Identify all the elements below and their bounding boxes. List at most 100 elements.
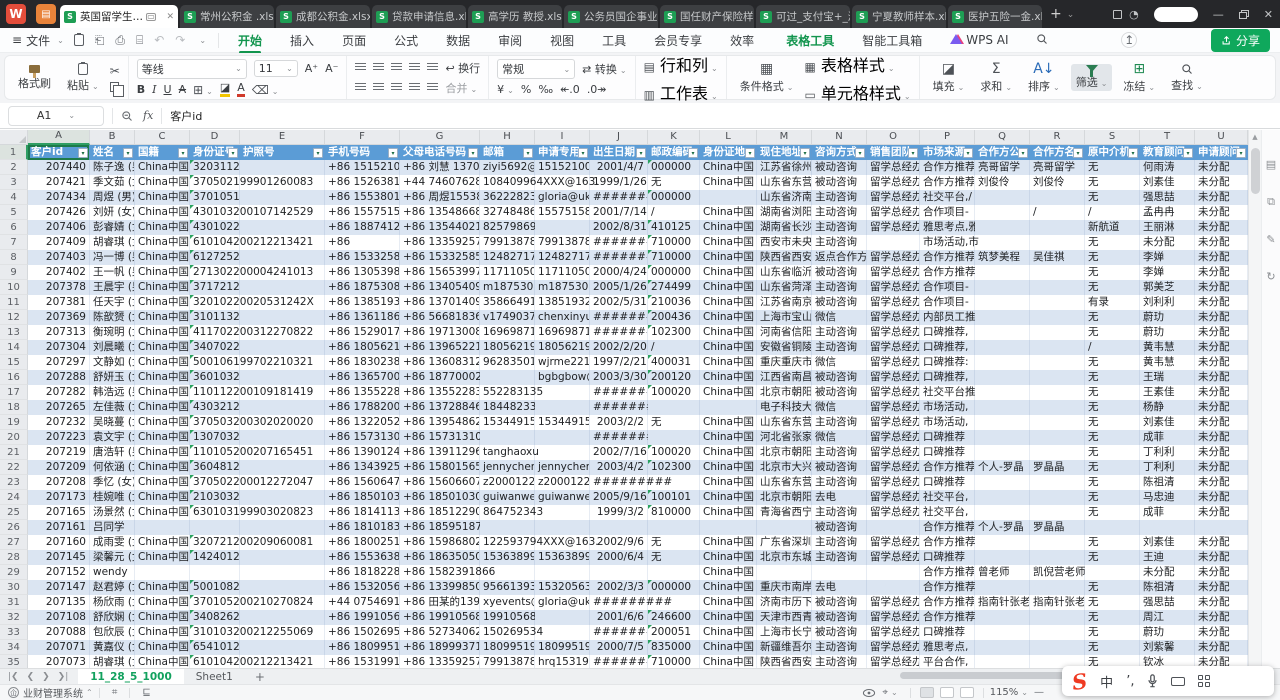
cell-G28[interactable]: +86 1863505000 [400,550,480,565]
cell-B25[interactable]: 汤景然 (女 [90,505,135,520]
cell-U20[interactable]: 未分配 [1195,430,1248,445]
cell-S12[interactable]: 无 [1085,310,1140,325]
cell-B17[interactable]: 韩浩远 (男 [90,385,135,400]
cell-J29[interactable] [590,565,648,580]
cell-E17[interactable] [240,385,325,400]
row-number[interactable]: 14 [0,340,28,355]
cell-P27[interactable]: 合作方推荐 [920,535,975,550]
cell-I26[interactable] [535,520,590,535]
cell-L2[interactable]: China中国 [700,160,757,175]
cell-N25[interactable]: 主动咨询 [812,505,867,520]
row-number[interactable]: 24 [0,490,28,505]
cell-F27[interactable]: +86 18002510 [325,535,400,550]
row-number[interactable]: 11 [0,295,28,310]
header-cell-U[interactable]: 申请顾问▾ [1195,145,1248,160]
normal-view-button[interactable] [920,687,934,698]
cell-K12[interactable]: 200436 [648,310,700,325]
cell-M18[interactable]: 电子科技大 [757,400,812,415]
cell-J6[interactable]: 2002/8/31 [590,220,648,235]
cell-H9[interactable]: 117110505 [480,265,535,280]
cell-B21[interactable]: 唐浩轩 (男 [90,445,135,460]
cell-E35[interactable] [240,655,325,668]
cell-H23[interactable]: z20001227 [480,475,535,490]
cell-N32[interactable]: 被动咨询 [812,610,867,625]
cell-E32[interactable] [240,610,325,625]
cell-C12[interactable]: China中国 [135,310,190,325]
cell-K25[interactable]: 810000 [648,505,700,520]
row-number[interactable]: 2 [0,160,28,175]
column-header-A[interactable]: A [28,130,90,145]
cell-C28[interactable]: China中国 [135,550,190,565]
table-style-button[interactable]: ▦ 表格样式⌄ [804,52,910,76]
filter-dropdown-icon[interactable]: ▾ [1236,148,1246,158]
cell-L5[interactable]: China中国 [700,205,757,220]
cell-U23[interactable]: 未分配 [1195,475,1248,490]
cell-D30[interactable]: 500108200203035125 [190,580,240,595]
decrease-font-icon[interactable]: A⁻ [325,62,338,75]
column-header-F[interactable]: F [325,130,400,145]
cell-O5[interactable]: 留学总经办 [867,205,920,220]
cell-L28[interactable]: China中国 [700,550,757,565]
cell-E5[interactable] [240,205,325,220]
add-sheet-button[interactable]: + [255,670,265,684]
cell-C2[interactable]: China中国 [135,160,190,175]
cell-Q17[interactable] [975,385,1030,400]
cell-N16[interactable]: 被动咨询 [812,370,867,385]
cell-G10[interactable]: +86 1340540988 [400,280,480,295]
cell-R22[interactable]: 罗晶晶 [1030,460,1085,475]
cell-F11[interactable]: +86 13851932 [325,295,400,310]
sum-button[interactable]: Σ 求和⌄ [975,61,1017,95]
cell-M6[interactable]: 湖南省长沙 [757,220,812,235]
cell-G2[interactable]: +86 刘慧 137052 [400,160,480,175]
cell-T21[interactable]: 丁利利 [1140,445,1195,460]
align-bottom-icon[interactable] [391,63,402,72]
row-number[interactable]: 7 [0,235,28,250]
vscroll-thumb[interactable] [1251,148,1260,194]
column-header-M[interactable]: M [757,130,812,145]
cell-C4[interactable]: China中国 [135,190,190,205]
plugin-label[interactable]: 业财管理系统 [23,685,83,700]
cell-C16[interactable]: China中国 [135,370,190,385]
center-view-icon[interactable]: ⌖⌄ [882,687,897,698]
conditional-format-button[interactable]: ▦ 条件格式⌄ [735,61,799,95]
header-cell-I[interactable]: 申请专用▾ [535,145,590,160]
cell-F30[interactable]: +86 15320563 [325,580,400,595]
cell-N29[interactable] [812,565,867,580]
cell-B18[interactable]: 左佳薇 (女 [90,400,135,415]
cell-M35[interactable]: 陕西省西安 [757,655,812,668]
cell-S26[interactable] [1085,520,1140,535]
plugin-caret-icon[interactable]: ⌃ [86,688,93,697]
cell-E30[interactable] [240,580,325,595]
cell-C6[interactable]: China中国 [135,220,190,235]
strikethrough-button[interactable]: A [179,83,187,96]
cell-B13[interactable]: 衡琬明 (女 [90,325,135,340]
cell-M11[interactable]: 江苏省南京 [757,295,812,310]
file-tab[interactable]: S公务员国企事业单位 [564,5,658,28]
row-number[interactable]: 16 [0,370,28,385]
cell-R4[interactable] [1030,190,1085,205]
cell-I17[interactable] [535,385,590,400]
cell-H32[interactable]: 199105686 [480,610,535,625]
cell-U18[interactable]: 未分配 [1195,400,1248,415]
cell-O23[interactable]: 留学总经办 [867,475,920,490]
cell-S31[interactable]: 无 [1085,595,1140,610]
cell-P19[interactable]: 市场活动, [920,415,975,430]
cell-E19[interactable] [240,415,325,430]
cell-O21[interactable]: 留学总经办 [867,445,920,460]
cell-G30[interactable]: +86 1339985047 [400,580,480,595]
cell-N11[interactable]: 被动咨询 [812,295,867,310]
wps-ai-button[interactable]: WPS AI [949,30,1009,50]
filter-dropdown-icon[interactable]: ▾ [800,148,810,158]
docs-home-icon[interactable]: ▤ [36,4,56,24]
convert-button[interactable]: ⇄ 转换⌄ [582,61,626,77]
cell-Q29[interactable]: 曾老师 [975,565,1030,580]
cell-A19[interactable]: 207232 [28,415,90,430]
cell-G15[interactable]: +86 1360831276 [400,355,480,370]
cell-E3[interactable] [240,175,325,190]
cell-B26[interactable]: 吕同学 [90,520,135,535]
cell-I2[interactable]: 151521001 [535,160,590,175]
cell-L22[interactable]: China中国 [700,460,757,475]
cell-J25[interactable]: 1999/3/2 [590,505,648,520]
cell-I16[interactable]: bgbgbow@q [535,370,590,385]
eye-icon[interactable] [862,688,876,698]
